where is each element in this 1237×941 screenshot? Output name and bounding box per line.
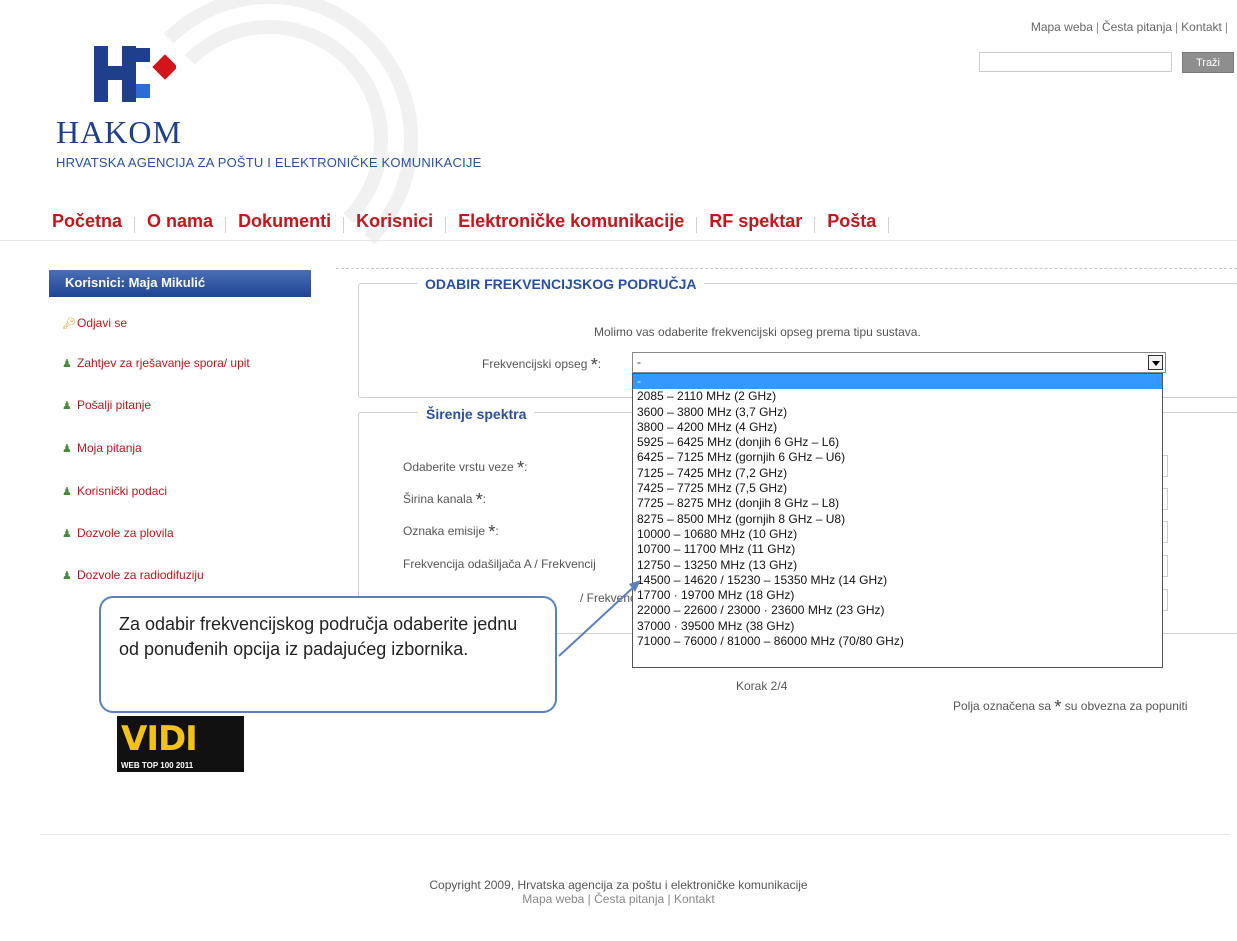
footer-links: Mapa weba | Česta pitanja | Kontakt xyxy=(522,892,715,906)
dropdown-option[interactable]: 3600 – 3800 MHz (3,7 GHz) xyxy=(633,405,1162,420)
frequency-instruction: Molimo vas odaberite frekvencijski opseg… xyxy=(594,325,921,339)
user-icon: ♟ xyxy=(62,528,72,540)
dropdown-option[interactable]: 5925 – 6425 MHz (donjih 6 GHz – L6) xyxy=(633,435,1162,450)
nav-divider xyxy=(888,217,890,233)
sidebar-item-my-questions[interactable]: ♟ Moja pitanja xyxy=(62,441,142,455)
help-callout: Za odabir frekvencijskog područja odaber… xyxy=(99,596,557,713)
footer-link-faq[interactable]: Česta pitanja xyxy=(594,892,664,906)
top-link-contact[interactable]: Kontakt xyxy=(1181,20,1222,34)
frequency-range-select[interactable]: - xyxy=(632,352,1166,373)
nav-divider xyxy=(134,217,136,233)
nav-item-rf-spektar[interactable]: RF spektar xyxy=(709,211,802,232)
nav-divider-line xyxy=(0,240,1237,241)
dropdown-option[interactable]: 12750 – 13250 MHz (13 GHz) xyxy=(633,558,1162,573)
top-link-sitemap[interactable]: Mapa weba xyxy=(1031,20,1093,34)
sidebar-item-label: Dozvole za radiodifuziju xyxy=(77,568,204,582)
footer-copyright: Copyright 2009, Hrvatska agencija za poš… xyxy=(429,878,808,892)
content-divider xyxy=(336,268,1237,269)
dropdown-option[interactable]: 71000 – 76000 / 81000 – 86000 MHz (70/80… xyxy=(633,634,1162,649)
sidebar-item-user-data[interactable]: ♟ Korisnički podaci xyxy=(62,484,167,498)
footer-divider xyxy=(40,834,1230,835)
required-star: * xyxy=(475,490,483,510)
sidebar-item-label: Dozvole za plovila xyxy=(77,526,174,540)
logo-subtitle: HRVATSKA AGENCIJA ZA POŠTU I ELEKTRONIČK… xyxy=(56,155,482,170)
dropdown-option[interactable]: 2085 – 2110 MHz (2 GHz) xyxy=(633,389,1162,404)
nav-divider xyxy=(814,217,816,233)
vidi-award-badge[interactable]: VIDI WEB TOP 100 2011 xyxy=(117,716,244,772)
user-icon: ♟ xyxy=(62,443,72,455)
main-nav: Početna O nama Dokumenti Korisnici Elektroni… xyxy=(52,211,901,233)
footer-link-sitemap[interactable]: Mapa weba xyxy=(522,892,584,906)
transmitter-frequency-label: Frekvencija odašiljača A / Frekvencij xyxy=(403,557,596,571)
dropdown-option[interactable]: 8275 – 8500 MHz (gornjih 8 GHz – U8) xyxy=(633,512,1162,527)
vidi-badge-title: VIDI xyxy=(121,719,198,759)
top-link-faq[interactable]: Česta pitanja xyxy=(1102,20,1172,34)
dropdown-option[interactable]: 7425 – 7725 MHz (7,5 GHz) xyxy=(633,481,1162,496)
dropdown-option[interactable]: 7725 – 8275 MHz (donjih 8 GHz – L8) xyxy=(633,496,1162,511)
nav-divider xyxy=(225,217,227,233)
nav-divider xyxy=(445,217,447,233)
search-input[interactable] xyxy=(979,52,1172,72)
frequency-range-dropdown[interactable]: - 2085 – 2110 MHz (2 GHz) 3600 – 3800 MH… xyxy=(632,373,1163,668)
nav-item-o-nama[interactable]: O nama xyxy=(147,211,213,232)
dropdown-option[interactable]: 7125 – 7425 MHz (7,2 GHz) xyxy=(633,466,1162,481)
sidebar-item-label: Zahtjev za rješavanje spora/ upit xyxy=(77,356,250,370)
dropdown-option[interactable]: 14500 – 14620 / 15230 – 15350 MHz (14 GH… xyxy=(633,573,1162,588)
dropdown-option[interactable]: 17700 · 19700 MHz (18 GHz) xyxy=(633,588,1162,603)
dropdown-option[interactable]: 10700 – 11700 MHz (11 GHz) xyxy=(633,542,1162,557)
link-type-label: Odaberite vrstu veze *: xyxy=(403,458,528,478)
dropdown-option[interactable]: 10000 – 10680 MHz (10 GHz) xyxy=(633,527,1162,542)
dropdown-option[interactable]: 3800 – 4200 MHz (4 GHz) xyxy=(633,420,1162,435)
required-star: * xyxy=(1054,697,1062,717)
frequency-range-selected-value: - xyxy=(637,355,641,369)
user-icon: ♟ xyxy=(62,486,72,498)
emission-code-label: Oznaka emisije *: xyxy=(403,522,499,542)
required-fields-note: Polja označena sa * su obvezna za popuni… xyxy=(953,697,1188,717)
spread-spectrum-legend: Širenje spektra xyxy=(418,406,535,422)
sidebar-item-broadcast-permits[interactable]: ♟ Dozvole za radiodifuziju xyxy=(62,568,204,582)
frequency-range-legend: ODABIR FREKVENCIJSKOG PODRUČJA xyxy=(417,276,705,292)
dropdown-arrow-icon[interactable] xyxy=(1148,355,1163,370)
sidebar-item-vessel-permits[interactable]: ♟ Dozvole za plovila xyxy=(62,526,174,540)
sidebar-item-label: Odjavi se xyxy=(77,316,128,330)
sidebar-item-dispute-request[interactable]: ♟ Zahtjev za rješavanje spora/ upit xyxy=(62,356,250,370)
sidebar-item-send-question[interactable]: ♟ Pošalji pitanje xyxy=(62,398,151,412)
required-star: * xyxy=(517,458,525,478)
sidebar-item-logout[interactable]: 🔑︎Odjavi se xyxy=(62,316,127,330)
dropdown-option[interactable]: 22000 – 22600 / 23000 · 23600 MHz (23 GH… xyxy=(633,603,1162,618)
vidi-badge-subtitle: WEB TOP 100 2011 xyxy=(121,761,194,770)
search-button[interactable]: Traži xyxy=(1182,52,1234,73)
nav-divider xyxy=(343,217,345,233)
frequency-range-label: Frekvencijski opseg *: xyxy=(482,355,602,375)
required-star: * xyxy=(488,522,496,542)
footer-link-contact[interactable]: Kontakt xyxy=(674,892,715,906)
hakom-logo-icon[interactable] xyxy=(94,44,176,104)
nav-item-dokumenti[interactable]: Dokumenti xyxy=(238,211,331,232)
step-indicator: Korak 2/4 xyxy=(736,679,788,693)
channel-width-label: Širina kanala *: xyxy=(403,490,487,510)
sidebar-item-label: Korisnički podaci xyxy=(77,484,168,498)
dropdown-option[interactable]: - xyxy=(633,374,1162,390)
user-icon: ♟ xyxy=(62,570,72,582)
user-icon: ♟ xyxy=(62,358,72,370)
user-header: Korisnici: Maja Mikulić xyxy=(49,270,311,297)
sidebar-item-label: Pošalji pitanje xyxy=(77,398,152,412)
nav-item-elektronicke-komunikacije[interactable]: Elektroničke komunikacije xyxy=(458,211,684,232)
top-links: Mapa weba | Česta pitanja | Kontakt | xyxy=(1030,20,1228,34)
logo-name: HAKOM xyxy=(56,114,182,150)
callout-arrow-icon xyxy=(558,580,641,657)
required-star: * xyxy=(590,355,598,375)
key-icon: 🔑︎ xyxy=(62,318,76,330)
nav-item-posta[interactable]: Pošta xyxy=(827,211,876,232)
nav-item-korisnici[interactable]: Korisnici xyxy=(356,211,433,232)
user-icon: ♟ xyxy=(62,400,72,412)
nav-divider xyxy=(696,217,698,233)
dropdown-option[interactable]: 6425 – 7125 MHz (gornjih 6 GHz – U6) xyxy=(633,450,1162,465)
sidebar-item-label: Moja pitanja xyxy=(77,441,142,455)
dropdown-option[interactable]: 37000 · 39500 MHz (38 GHz) xyxy=(633,619,1162,634)
nav-item-pocetna[interactable]: Početna xyxy=(52,211,122,232)
